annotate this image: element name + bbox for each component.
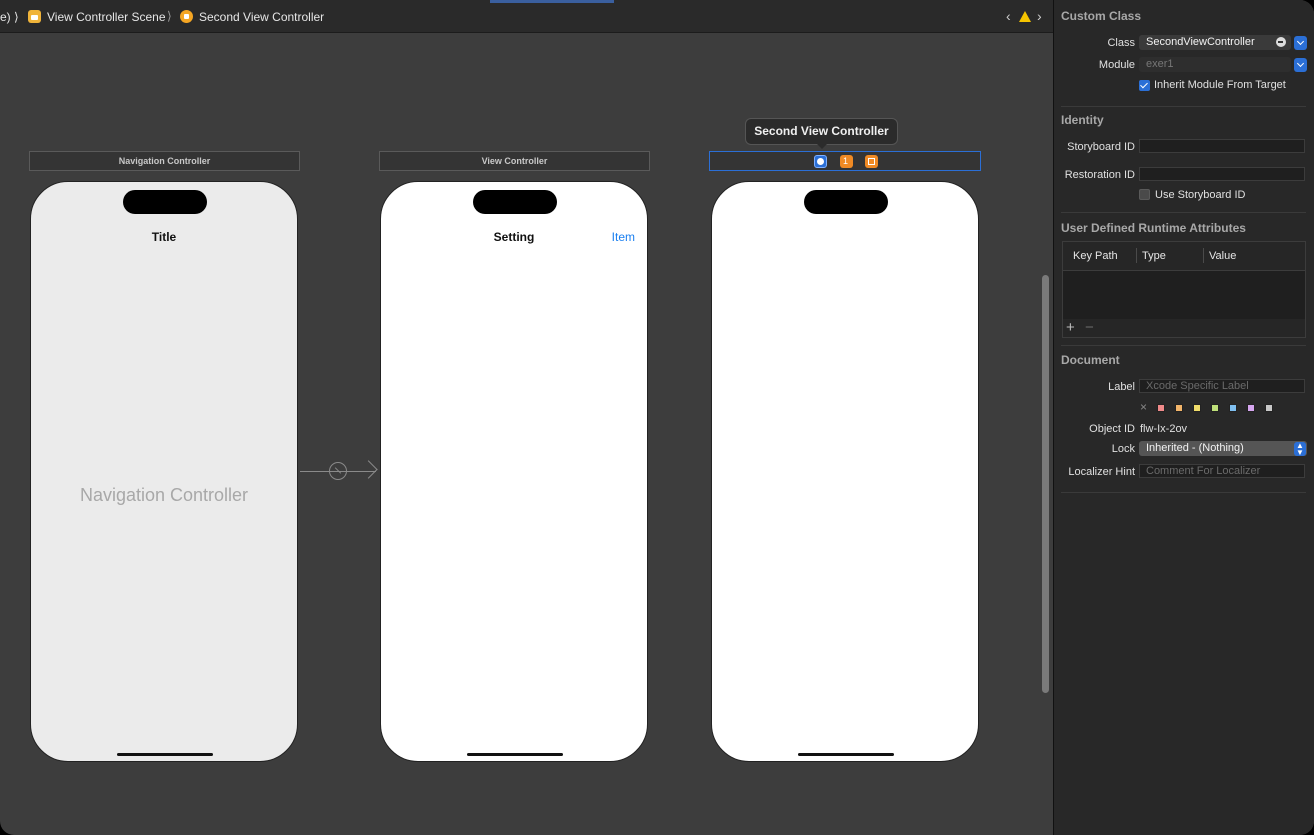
home-indicator [467, 753, 563, 756]
section-identity: Identity [1061, 113, 1104, 127]
module-dropdown-icon[interactable] [1294, 58, 1307, 72]
section-custom-class: Custom Class [1061, 9, 1142, 23]
home-indicator [117, 753, 213, 756]
column-separator [1136, 248, 1137, 263]
label-color-purple[interactable] [1247, 404, 1255, 412]
nav-bar-item[interactable]: Item [612, 230, 635, 244]
scene-icon [28, 10, 41, 23]
divider [1061, 212, 1306, 213]
column-value[interactable]: Value [1209, 250, 1236, 262]
module-label: Module [1098, 59, 1135, 71]
use-storyboard-id-checkbox[interactable] [1139, 189, 1150, 200]
breadcrumb-current[interactable]: Second View Controller [199, 10, 324, 24]
dynamic-island [804, 190, 888, 214]
breadcrumb-scene[interactable]: View Controller Scene [47, 10, 166, 24]
navigation-controller-device[interactable]: Title Navigation Controller [30, 181, 298, 762]
breadcrumb-separator: ⟩ [167, 9, 172, 23]
second-view-controller-device[interactable] [711, 181, 979, 762]
lock-label: Lock [1111, 443, 1135, 455]
scene-tooltip: Second View Controller [745, 118, 898, 145]
scene-bar-navigation-controller[interactable]: Navigation Controller [29, 151, 300, 171]
dynamic-island [473, 190, 557, 214]
label-color-green[interactable] [1211, 404, 1219, 412]
runtime-attributes-table[interactable]: Key Path Type Value + − [1062, 241, 1306, 338]
use-storyboard-id-label: Use Storyboard ID [1155, 189, 1246, 201]
home-indicator [798, 753, 894, 756]
section-udra: User Defined Runtime Attributes [1061, 221, 1246, 235]
inherit-module-checkbox[interactable] [1139, 80, 1150, 91]
view-controller-icon[interactable] [814, 155, 827, 168]
class-dropdown-icon[interactable] [1294, 36, 1307, 50]
tab-indicator [490, 0, 614, 3]
label-color-orange[interactable] [1175, 404, 1183, 412]
scene-bar-view-controller[interactable]: View Controller [379, 151, 650, 171]
identity-inspector: Custom Class Class SecondViewController … [1054, 0, 1314, 835]
inherit-module-label: Inherit Module From Target [1154, 79, 1286, 91]
class-field[interactable]: SecondViewController [1139, 35, 1291, 50]
column-separator [1203, 248, 1204, 263]
jump-bar: e) ⟩ View Controller Scene ⟩ Second View… [0, 0, 1053, 33]
placeholder-label: Navigation Controller [79, 485, 249, 505]
doc-label-label: Label [1108, 381, 1135, 393]
remove-attribute-button[interactable]: − [1085, 320, 1094, 336]
label-color-blue[interactable] [1229, 404, 1237, 412]
warning-icon[interactable] [1019, 11, 1031, 22]
breadcrumb-partial[interactable]: e) ⟩ [0, 10, 19, 24]
label-color-yellow[interactable] [1193, 404, 1201, 412]
table-header: Key Path Type Value [1063, 242, 1305, 271]
restoration-id-field[interactable] [1139, 167, 1305, 181]
go-to-class-icon[interactable] [1276, 37, 1286, 47]
lock-popup-chevrons-icon[interactable]: ▲ ▼ [1294, 442, 1306, 457]
segue-icon[interactable] [329, 462, 347, 480]
xcode-window: e) ⟩ View Controller Scene ⟩ Second View… [0, 0, 1314, 835]
add-attribute-button[interactable]: + [1066, 320, 1075, 336]
module-field[interactable]: exer1 [1139, 57, 1291, 72]
restoration-id-label: Restoration ID [1064, 169, 1135, 181]
view-controller-icon [180, 10, 193, 23]
dynamic-island [123, 190, 207, 214]
clear-color-icon[interactable]: × [1140, 400, 1147, 414]
label-color-gray[interactable] [1265, 404, 1273, 412]
localizer-hint-label: Localizer Hint [1068, 466, 1135, 478]
divider [1061, 492, 1306, 493]
table-footer: + − [1063, 319, 1305, 337]
nav-title: Title [151, 230, 177, 244]
chevron-right-icon[interactable]: › [1037, 8, 1042, 24]
view-controller-device[interactable]: Setting Item [380, 181, 648, 762]
class-label: Class [1107, 37, 1135, 49]
localizer-hint-field[interactable]: Comment For Localizer [1139, 464, 1305, 478]
divider [1061, 106, 1306, 107]
segue-arrow-icon [359, 460, 378, 479]
chevron-left-icon[interactable]: ‹ [1006, 8, 1011, 24]
label-color-red[interactable] [1157, 404, 1165, 412]
object-id-label: Object ID [1089, 423, 1135, 435]
exit-icon[interactable] [865, 155, 878, 168]
storyboard-id-label: Storyboard ID [1067, 141, 1135, 153]
object-id-value: flw-Ix-2ov [1140, 423, 1188, 435]
doc-label-field[interactable]: Xcode Specific Label [1139, 379, 1305, 393]
section-document: Document [1061, 353, 1120, 367]
lock-popup[interactable]: Inherited - (Nothing) [1139, 441, 1307, 456]
storyboard-id-field[interactable] [1139, 139, 1305, 153]
divider [1061, 345, 1306, 346]
nav-title: Setting [493, 230, 535, 244]
tooltip-pointer [816, 143, 828, 149]
first-responder-icon[interactable] [840, 155, 853, 168]
column-type[interactable]: Type [1142, 250, 1166, 262]
canvas-scrollbar[interactable] [1042, 275, 1049, 693]
column-key-path[interactable]: Key Path [1073, 250, 1118, 262]
